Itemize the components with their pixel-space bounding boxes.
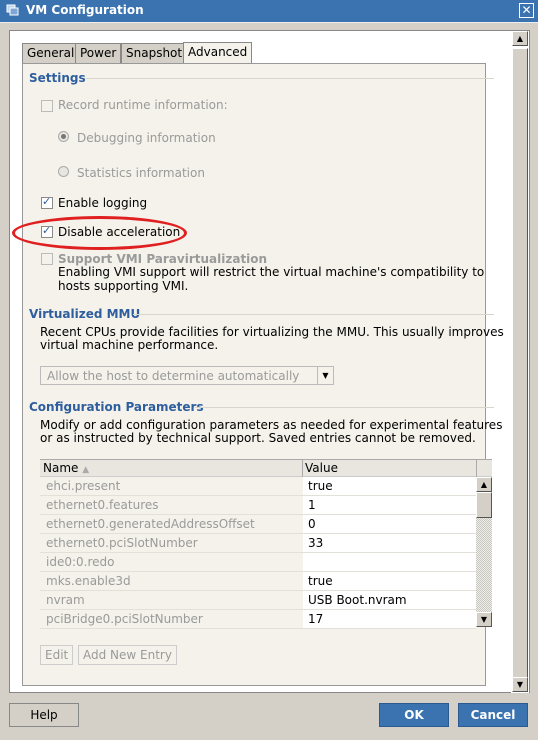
sort-ascending-icon: ▲ xyxy=(82,465,90,475)
column-header-value[interactable]: Value xyxy=(305,461,338,475)
table-scroll-down-button[interactable]: ▼ xyxy=(476,612,492,627)
close-icon: ✕ xyxy=(521,3,532,17)
help-button[interactable]: Help xyxy=(9,703,79,727)
chevron-down-icon: ▼ xyxy=(317,367,333,384)
statistics-label: Statistics information xyxy=(77,166,205,180)
cancel-button[interactable]: Cancel xyxy=(458,703,528,727)
tab-advanced[interactable]: Advanced xyxy=(183,42,253,64)
divider xyxy=(133,314,494,315)
param-value[interactable]: 0 xyxy=(303,515,476,533)
scroll-thumb[interactable] xyxy=(512,48,528,682)
param-value[interactable]: USB Boot.nvram xyxy=(303,591,476,609)
config-params-table: Name ▲ Value ehci.present true ethernet0.… xyxy=(40,459,492,629)
table-row[interactable]: ethernet0.generatedAddressOffset 0 xyxy=(40,515,476,534)
vmi-description-2: hosts supporting VMI. xyxy=(58,279,189,293)
statistics-radio[interactable] xyxy=(58,166,69,177)
param-value[interactable]: 33 xyxy=(303,534,476,552)
add-new-entry-button[interactable]: Add New Entry xyxy=(78,645,177,665)
table-row[interactable]: mks.enable3d true xyxy=(40,572,476,591)
table-row[interactable]: ethernet0.pciSlotNumber 33 xyxy=(40,534,476,553)
mmu-description-2: virtual machine performance. xyxy=(40,338,219,352)
window-title: VM Configuration xyxy=(26,3,144,17)
config-description-2: or as instructed by technical support. S… xyxy=(40,431,476,445)
arrow-down-icon: ▼ xyxy=(516,680,524,689)
param-name: ehci.present xyxy=(46,479,121,493)
column-header-name[interactable]: Name ▲ xyxy=(43,461,89,475)
table-row[interactable]: nvram USB Boot.nvram xyxy=(40,591,476,610)
param-name: ethernet0.features xyxy=(46,498,159,512)
table-row[interactable]: pciBridge0.pciSlotNumber 17 xyxy=(40,610,476,629)
tab-general[interactable]: General xyxy=(22,43,80,63)
divider xyxy=(86,78,494,79)
arrow-up-icon: ▲ xyxy=(480,480,488,489)
edit-button[interactable]: Edit xyxy=(40,645,74,665)
debugging-label: Debugging information xyxy=(77,131,216,145)
settings-heading: Settings xyxy=(29,71,86,85)
param-value[interactable]: true xyxy=(303,477,476,495)
mmu-heading: Virtualized MMU xyxy=(29,307,141,321)
mmu-select-value: Allow the host to determine automaticall… xyxy=(47,369,300,383)
vmi-description-1: Enabling VMI support will restrict the v… xyxy=(58,265,485,279)
param-value[interactable] xyxy=(303,553,476,571)
arrow-up-icon: ▲ xyxy=(516,34,524,43)
tab-label: Power xyxy=(80,46,117,60)
scroll-down-button[interactable]: ▼ xyxy=(512,677,528,692)
param-value[interactable]: 1 xyxy=(303,496,476,514)
table-row[interactable]: ide0:0.redo xyxy=(40,553,476,572)
param-value[interactable]: 17 xyxy=(303,610,476,628)
tab-label: Snapshot xyxy=(126,46,183,60)
param-name: nvram xyxy=(46,593,85,607)
ok-button[interactable]: OK xyxy=(379,703,449,727)
tab-label: Advanced xyxy=(188,45,248,59)
table-row[interactable]: ethernet0.features 1 xyxy=(40,496,476,515)
table-header: Name ▲ Value xyxy=(40,459,492,477)
param-name: ethernet0.pciSlotNumber xyxy=(46,536,198,550)
close-button[interactable]: ✕ xyxy=(519,3,534,18)
arrow-down-icon: ▼ xyxy=(480,615,488,624)
vm-icon xyxy=(6,4,19,16)
debugging-radio[interactable] xyxy=(58,131,69,142)
scroll-up-button[interactable]: ▲ xyxy=(512,31,528,46)
table-scrollbar[interactable]: ▲ ▼ xyxy=(476,477,492,627)
tab-label: General xyxy=(27,46,75,60)
record-runtime-checkbox[interactable] xyxy=(41,100,53,112)
tab-power[interactable]: Power xyxy=(75,43,122,63)
column-name-label: Name xyxy=(43,461,79,475)
red-highlight-ellipse xyxy=(12,216,187,250)
table-scroll-thumb[interactable] xyxy=(476,492,492,518)
column-divider[interactable] xyxy=(302,460,303,477)
param-name: pciBridge0.pciSlotNumber xyxy=(46,612,203,626)
enable-logging-checkbox[interactable] xyxy=(41,195,53,209)
tab-snapshot[interactable]: Snapshot xyxy=(121,43,188,63)
divider xyxy=(195,407,494,408)
param-name: ethernet0.generatedAddressOffset xyxy=(46,517,255,531)
column-divider xyxy=(476,460,477,477)
param-name: mks.enable3d xyxy=(46,574,131,588)
param-value[interactable]: true xyxy=(303,572,476,590)
mmu-select[interactable]: Allow the host to determine automaticall… xyxy=(40,366,334,385)
table-scroll-up-button[interactable]: ▲ xyxy=(476,477,492,492)
enable-logging-label: Enable logging xyxy=(58,196,148,210)
title-bar: VM Configuration ✕ xyxy=(0,0,538,22)
param-name: ide0:0.redo xyxy=(46,555,115,569)
vmi-checkbox[interactable] xyxy=(41,253,53,265)
dialog-scrollbar[interactable]: ▲ ▼ xyxy=(511,31,529,693)
config-params-heading: Configuration Parameters xyxy=(29,400,204,414)
vmi-label: Support VMI Paravirtualization xyxy=(58,252,268,266)
table-row[interactable]: ehci.present true xyxy=(40,477,476,496)
record-runtime-label: Record runtime information: xyxy=(58,98,228,112)
